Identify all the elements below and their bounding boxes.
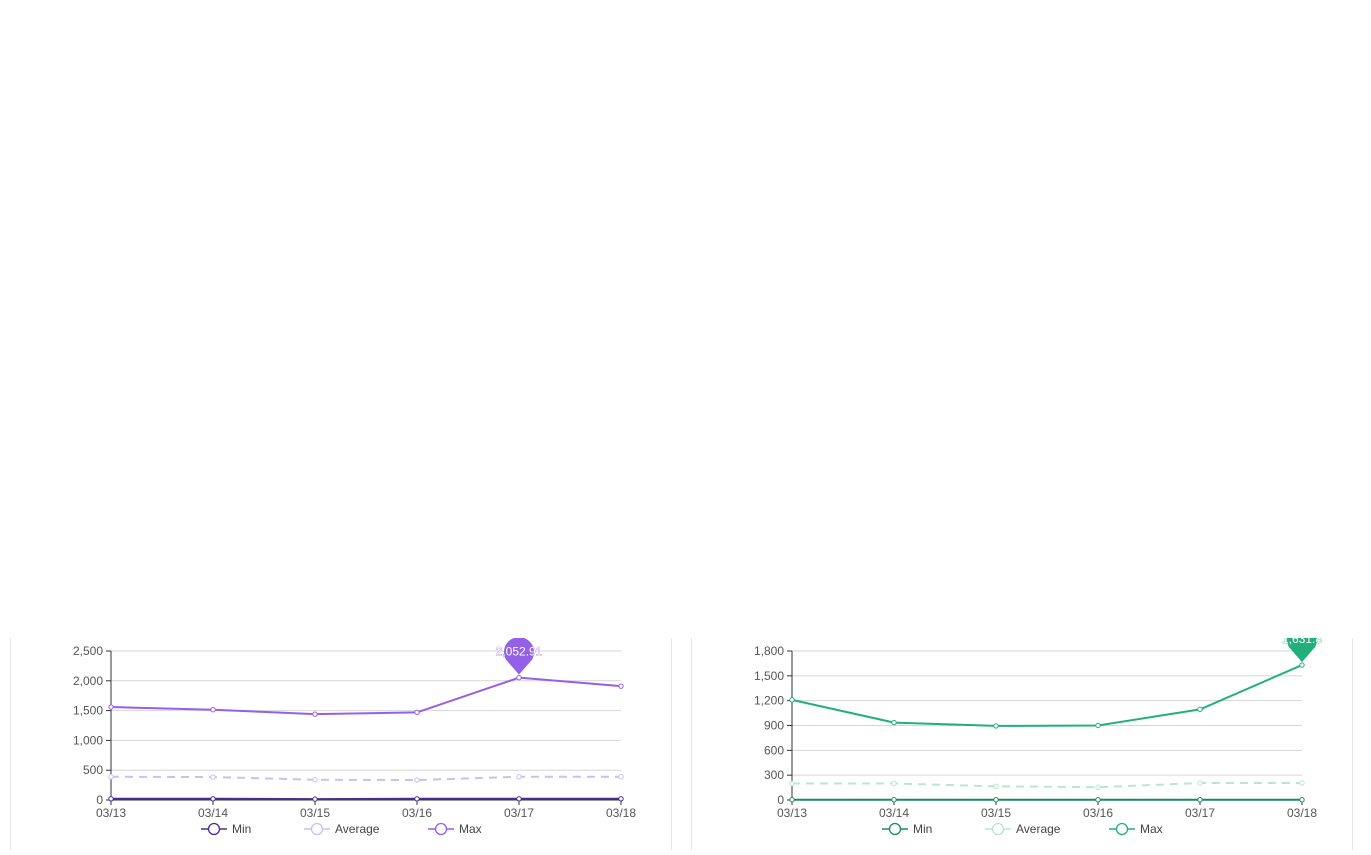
data-point-min [313, 797, 317, 801]
data-point-average [892, 781, 896, 785]
data-point-min [415, 797, 419, 801]
data-point-min [994, 798, 998, 802]
y-tick-label: 300 [764, 768, 784, 782]
data-point-min [211, 797, 215, 801]
data-point-average [313, 778, 317, 782]
data-point-max [517, 675, 521, 679]
line-chart-right: 0 300 600 900 1,200 1,500 1,800 03/13 03/14 03/15… [692, 638, 1352, 850]
x-tick-label: 03/16 [402, 806, 432, 820]
y-tick-label: 2,000 [73, 674, 103, 688]
y-tick-label: 0 [96, 793, 103, 807]
x-tick-label: 03/17 [504, 806, 534, 820]
x-tick-label: 03/15 [300, 806, 330, 820]
x-tick-label: 03/18 [606, 806, 636, 820]
y-tick-label: 1,000 [73, 733, 103, 747]
x-tick-label: 03/15 [981, 806, 1011, 820]
x-tick-label: 03/17 [1185, 806, 1215, 820]
chart-panel-left: 0 500 1,000 1,500 2,000 2,500 03/13 03/14 03/15 0… [10, 638, 672, 850]
data-point-average [211, 775, 215, 779]
data-point-max [211, 708, 215, 712]
y-tick-label: 1,500 [754, 669, 784, 683]
data-point-min [517, 797, 521, 801]
data-point-average [619, 775, 623, 779]
data-point-min [1198, 798, 1202, 802]
chart-panel-right: 0 300 600 900 1,200 1,500 1,800 03/13 03/14 03/15… [691, 638, 1353, 850]
x-tick-label: 03/13 [96, 806, 126, 820]
data-point-average [517, 775, 521, 779]
series-line-max [792, 665, 1302, 726]
series-line-average [111, 777, 621, 780]
data-point-max [790, 698, 794, 702]
data-point-max [1300, 663, 1304, 667]
data-point-max [892, 720, 896, 724]
legend-marker-max [1117, 824, 1128, 835]
data-point-average [109, 775, 113, 779]
y-tick-label: 1,800 [754, 644, 784, 658]
data-point-min [1300, 798, 1304, 802]
legend-marker-max [436, 824, 447, 835]
data-point-average [1096, 785, 1100, 789]
legend-label-average: Average [1016, 822, 1061, 836]
legend-label-max: Max [459, 822, 482, 836]
data-point-min [619, 797, 623, 801]
legend-label-min: Min [232, 822, 251, 836]
data-point-max [109, 705, 113, 709]
data-point-max [1198, 707, 1202, 711]
legend-label-max: Max [1140, 822, 1163, 836]
legend-label-average: Average [335, 822, 380, 836]
y-tick-label: 1,500 [73, 704, 103, 718]
x-tick-label: 03/14 [198, 806, 228, 820]
legend-marker-average [993, 824, 1004, 835]
data-point-min [892, 798, 896, 802]
data-point-average [994, 784, 998, 788]
data-point-min [109, 797, 113, 801]
data-point-max [619, 684, 623, 688]
x-tick-label: 03/16 [1083, 806, 1113, 820]
series-line-max [111, 678, 621, 715]
data-point-min [1096, 798, 1100, 802]
y-tick-label: 2,500 [73, 644, 103, 658]
data-point-max [994, 724, 998, 728]
line-chart-left: 0 500 1,000 1,500 2,000 2,500 03/13 03/14 03/15 0… [11, 638, 671, 850]
y-tick-label: 500 [83, 763, 103, 777]
legend-marker-average [312, 824, 323, 835]
y-tick-label: 600 [764, 743, 784, 757]
data-point-average [1300, 781, 1304, 785]
x-tick-label: 03/18 [1287, 806, 1317, 820]
max-marker-label: 2,052.91 [496, 645, 543, 659]
x-tick-label: 03/14 [879, 806, 909, 820]
data-point-average [415, 778, 419, 782]
legend-marker-min [890, 824, 901, 835]
data-point-max [1096, 723, 1100, 727]
y-tick-label: 900 [764, 719, 784, 733]
data-point-max [415, 710, 419, 714]
legend-marker-min [209, 824, 220, 835]
data-point-average [790, 781, 794, 785]
data-point-min [790, 798, 794, 802]
legend-label-min: Min [913, 822, 932, 836]
x-tick-label: 03/13 [777, 806, 807, 820]
data-point-average [1198, 781, 1202, 785]
y-tick-label: 1,200 [754, 694, 784, 708]
y-tick-label: 0 [777, 793, 784, 807]
data-point-max [313, 712, 317, 716]
max-marker-label: 1,631.8 [1282, 638, 1322, 646]
series-line-average [792, 783, 1302, 787]
